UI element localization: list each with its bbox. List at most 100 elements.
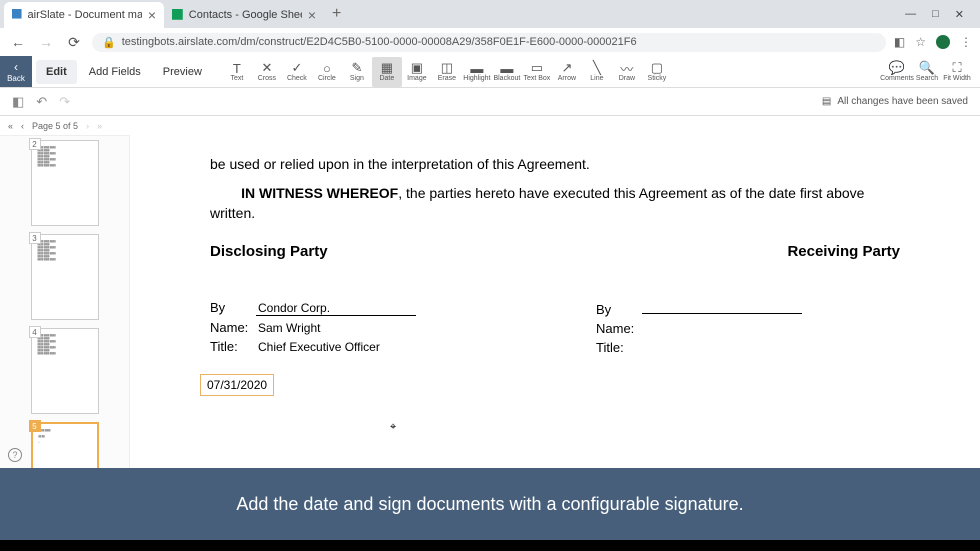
bookmark-icon[interactable]: ☆	[915, 35, 926, 49]
tool-line[interactable]: ╲Line	[582, 57, 612, 87]
blackout-icon: ▬	[500, 61, 513, 75]
text-icon: T	[233, 61, 241, 75]
tab-edit[interactable]: Edit	[36, 60, 77, 84]
tool-sticky[interactable]: ▢Sticky	[642, 57, 672, 87]
circle-icon: ○	[323, 61, 331, 75]
redo-icon: ↷	[59, 94, 70, 110]
forward-icon: →	[36, 34, 56, 50]
toolbar-right: 💬Comments 🔍Search ⛶Fit Width	[882, 56, 980, 87]
prev-page-icon[interactable]: ‹	[21, 121, 24, 131]
back-button[interactable]: ‹ Back	[0, 56, 32, 87]
caption-text: Add the date and sign documents with a c…	[236, 494, 743, 515]
close-icon[interactable]: ×	[148, 7, 156, 23]
menu-icon[interactable]: ⋮	[960, 35, 972, 49]
tab-title: Contacts - Google Sheets	[189, 9, 302, 21]
url-text: testingbots.airslate.com/dm/construct/E2…	[122, 36, 637, 48]
content: 2████ ████ ████████ ████████ ████ ██████…	[0, 136, 980, 496]
doc-paragraph: IN WITNESS WHEREOF, the parties hereto h…	[210, 184, 900, 223]
sticky-icon: ▢	[651, 61, 663, 75]
draw-icon: 〰	[620, 61, 633, 75]
tool-highlight[interactable]: ▬Highlight	[462, 57, 492, 87]
browser-tab-active[interactable]: airSlate - Document manager ×	[4, 2, 164, 28]
close-window-icon[interactable]: ✕	[955, 8, 964, 21]
extension-icon[interactable]: ◧	[894, 35, 905, 49]
fit-width-button[interactable]: ⛶Fit Width	[942, 57, 972, 87]
first-page-icon[interactable]: «	[8, 121, 13, 131]
tool-arrow[interactable]: ↗Arrow	[552, 57, 582, 87]
toolbar: ‹ Back Edit Add Fields Preview TText ✕Cr…	[0, 56, 980, 88]
new-tab-button[interactable]: +	[324, 5, 349, 23]
url-field[interactable]: 🔒 testingbots.airslate.com/dm/construct/…	[92, 33, 886, 52]
sign-icon: ✎	[351, 61, 362, 75]
name-value[interactable]: Sam Wright	[256, 321, 320, 335]
document-page: be used or relied upon in the interpreta…	[150, 136, 960, 416]
cross-icon: ✕	[261, 61, 272, 75]
lock-icon: 🔒	[102, 36, 116, 49]
tool-textbox[interactable]: ▭Text Box	[522, 57, 552, 87]
by-value-empty[interactable]	[642, 300, 802, 314]
textbox-icon: ▭	[531, 61, 543, 75]
document-area[interactable]: be used or relied upon in the interpreta…	[130, 136, 980, 496]
mouse-cursor: ⌖	[390, 421, 396, 434]
tool-blackout[interactable]: ▬Blackout	[492, 57, 522, 87]
airslate-favicon	[12, 9, 22, 21]
minimize-icon[interactable]: —	[905, 8, 916, 21]
erase-icon: ◫	[441, 61, 453, 75]
receiving-signature: By Name: Title:	[596, 300, 802, 396]
mode-tabs: Edit Add Fields Preview	[32, 56, 216, 87]
title-value[interactable]: Chief Executive Officer	[256, 340, 380, 354]
receiving-party-header: Receiving Party	[787, 243, 900, 260]
arrow-icon: ↗	[561, 61, 572, 75]
browser-tab[interactable]: Contacts - Google Sheets ×	[164, 2, 324, 28]
signature-block: ByCondor Corp. Name:Sam Wright Title:Chi…	[210, 300, 900, 396]
tools: TText ✕Cross ✓Check ○Circle ✎Sign ▦Date …	[216, 56, 678, 87]
maximize-icon[interactable]: □	[932, 8, 939, 21]
help-button[interactable]: ?	[8, 448, 22, 462]
reload-icon[interactable]: ⟳	[64, 34, 84, 51]
back-label: Back	[7, 74, 25, 83]
tab-title: airSlate - Document manager	[28, 9, 142, 21]
tool-text[interactable]: TText	[222, 57, 252, 87]
tool-circle[interactable]: ○Circle	[312, 57, 342, 87]
tab-add-fields[interactable]: Add Fields	[79, 60, 151, 84]
search-icon: 🔍	[919, 61, 935, 75]
highlight-icon: ▬	[470, 61, 483, 75]
caption-overlay: Add the date and sign documents with a c…	[0, 468, 980, 540]
comments-button[interactable]: 💬Comments	[882, 57, 912, 87]
thumbnail[interactable]: 4████ ████ ████████ ████████ ████ ██████…	[31, 328, 99, 414]
avatar[interactable]	[936, 35, 950, 49]
last-page-icon: »	[97, 121, 102, 131]
undo-icon[interactable]: ↶	[36, 94, 47, 110]
date-icon: ▦	[381, 61, 393, 75]
by-value[interactable]: Condor Corp.	[256, 301, 416, 316]
doc-text: be used or relied upon in the interpreta…	[210, 156, 900, 172]
tab-preview[interactable]: Preview	[153, 60, 212, 84]
page-nav: « ‹ Page 5 of 5 › »	[0, 116, 130, 136]
disclosing-party-header: Disclosing Party	[210, 243, 328, 260]
search-button[interactable]: 🔍Search	[912, 57, 942, 87]
date-field[interactable]: 07/31/2020	[200, 374, 274, 396]
back-icon[interactable]: ←	[8, 34, 28, 50]
tool-image[interactable]: ▣Image	[402, 57, 432, 87]
page-indicator: Page 5 of 5	[32, 121, 78, 131]
tool-date[interactable]: ▦Date	[372, 57, 402, 87]
thumbnail[interactable]: 3████ ████ ████████ ████████ ████ ██████…	[31, 234, 99, 320]
close-icon[interactable]: ×	[308, 7, 316, 23]
thumbnail[interactable]: 2████ ████ ████████ ████████ ████ ██████…	[31, 140, 99, 226]
fit-width-icon: ⛶	[952, 61, 961, 75]
tool-erase[interactable]: ◫Erase	[432, 57, 462, 87]
tool-draw[interactable]: 〰Draw	[612, 57, 642, 87]
line-icon: ╲	[593, 61, 601, 75]
thumbnail-panel[interactable]: 2████ ████ ████████ ████████ ████ ██████…	[0, 136, 130, 496]
sheets-favicon	[172, 9, 183, 21]
tool-sign[interactable]: ✎Sign	[342, 57, 372, 87]
panel-icon[interactable]: ◧	[12, 94, 24, 110]
tool-cross[interactable]: ✕Cross	[252, 57, 282, 87]
chevron-left-icon: ‹	[14, 60, 18, 74]
url-bar: ← → ⟳ 🔒 testingbots.airslate.com/dm/cons…	[0, 28, 980, 56]
check-icon: ✓	[291, 61, 302, 75]
save-icon: ▤	[822, 96, 831, 107]
sub-bar: ◧ ↶ ↷ ▤ All changes have been saved	[0, 88, 980, 116]
browser-chrome: airSlate - Document manager × Contacts -…	[0, 0, 980, 56]
tool-check[interactable]: ✓Check	[282, 57, 312, 87]
